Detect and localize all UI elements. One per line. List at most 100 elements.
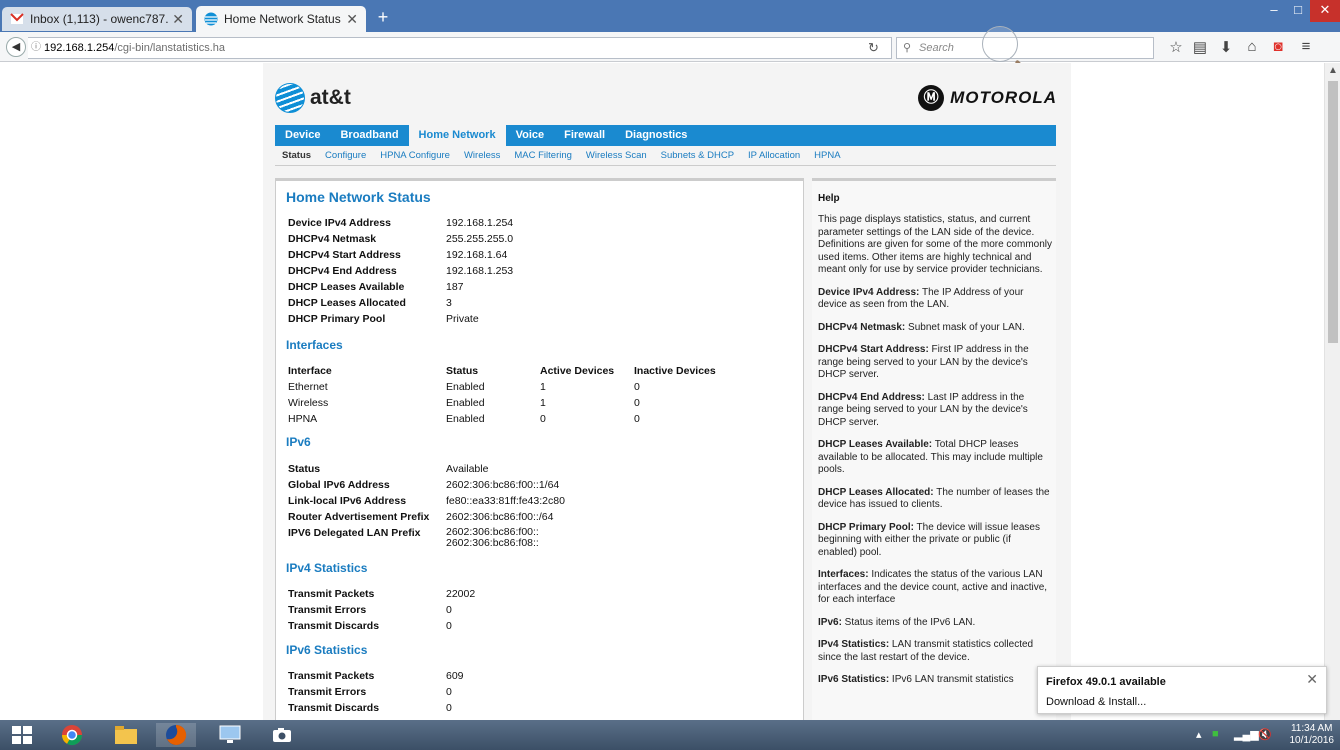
maximize-button[interactable]: □ [1287, 0, 1309, 22]
nav-voice[interactable]: Voice [506, 125, 555, 146]
file-explorer-icon[interactable] [106, 723, 146, 747]
nav-firewall[interactable]: Firewall [554, 125, 615, 146]
help-term: Device IPv4 Address: [818, 286, 920, 298]
help-text: IPv6 LAN transmit statistics [889, 674, 1014, 685]
help-item: IPv6 Statistics: IPv6 LAN transmit stati… [818, 674, 1052, 687]
status-panel: Home Network Status Device IPv4 Address 1… [275, 178, 804, 720]
windows-start-icon[interactable] [2, 723, 42, 747]
tray-app-icon[interactable]: ■ [1212, 728, 1219, 740]
nav-broadband[interactable]: Broadband [330, 125, 408, 146]
kv-label: DHCPv4 Netmask [288, 233, 377, 245]
kv-value: 187 [446, 281, 464, 293]
reload-icon[interactable]: ↻ [868, 40, 879, 56]
motorola-mark-icon: Ⓜ [918, 85, 945, 111]
new-tab-button[interactable]: + [372, 8, 394, 28]
remote-desktop-icon[interactable] [210, 723, 250, 747]
help-item: DHCPv4 End Address: Last IP address in t… [818, 392, 1052, 430]
download-install-link[interactable]: Download & Install... [1046, 696, 1146, 708]
help-term: IPv6: [818, 616, 842, 628]
subnav-status[interactable]: Status [275, 150, 318, 161]
tray-chevron-icon[interactable]: ▴ [1196, 728, 1202, 741]
kv-value: 0 [446, 620, 452, 632]
help-term: DHCP Primary Pool: [818, 521, 914, 533]
kv-value: Private [446, 313, 479, 325]
help-item: IPv4 Statistics: LAN transmit statistics… [818, 639, 1052, 664]
kv-label: Transmit Errors [288, 686, 367, 698]
menu-icon[interactable]: ≡ [1296, 38, 1316, 55]
close-window-button[interactable]: ✕ [1310, 0, 1340, 22]
firefox-icon[interactable] [156, 723, 196, 747]
col-header: Active Devices [540, 365, 615, 377]
home-icon[interactable]: ⌂ [1242, 38, 1262, 55]
help-text: Status items of the IPv6 LAN. [841, 616, 976, 628]
chrome-icon[interactable] [52, 723, 92, 747]
reading-list-icon[interactable]: ▤ [1190, 38, 1210, 56]
url-host: 192.168.1.254 [44, 42, 115, 54]
tab-gmail[interactable]: Inbox (1,113) - owenc787... ✕ [2, 7, 192, 31]
help-term: DHCPv4 End Address: [818, 391, 925, 403]
tab-label: Home Network Status [224, 12, 341, 26]
subnav-wireless-scan[interactable]: Wireless Scan [579, 150, 654, 161]
table-cell: Enabled [446, 397, 485, 409]
help-item: DHCP Leases Available: Total DHCP leases… [818, 439, 1052, 477]
clock-date: 10/1/2016 [1289, 735, 1335, 746]
update-notification: Firefox 49.0.1 available Download & Inst… [1037, 666, 1327, 714]
close-tab-icon[interactable]: ✕ [172, 11, 184, 28]
kv-value-line: 2602:306:bc86:f08:: [446, 537, 539, 549]
system-clock[interactable]: 11:34 AM 10/1/2016 [1290, 723, 1335, 747]
table-cell: 1 [540, 381, 546, 393]
download-icon[interactable]: ⬇ [1216, 38, 1236, 56]
subnav-hpna-configure[interactable]: HPNA Configure [373, 150, 457, 161]
section-title-ipv6-stats: IPv6 Statistics [286, 643, 368, 657]
help-term: Interfaces: [818, 569, 869, 580]
back-button[interactable]: ◀ [6, 37, 26, 57]
help-term: IPv6 Statistics: [818, 674, 890, 685]
subnav-mac-filtering[interactable]: MAC Filtering [507, 150, 579, 161]
help-item: DHCP Leases Allocated: The number of lea… [818, 487, 1052, 512]
scroll-up-icon[interactable]: ▲ [1328, 65, 1338, 76]
kv-label: Device IPv4 Address [288, 217, 391, 229]
gateway-page: at&t Ⓜ MOTOROLA Device Broadband Home Ne… [263, 63, 1071, 720]
kv-row: Status Available [288, 461, 788, 477]
url-bar[interactable]: ⓘ 192.168.1.254/cgi-bin/lanstatistics.ha [28, 37, 892, 59]
kv-label: DHCP Leases Allocated [288, 297, 406, 309]
help-item: Interfaces: Indicates the status of the … [818, 569, 1052, 607]
camera-icon[interactable] [262, 723, 302, 747]
kv-row: DHCP Primary Pool Private [288, 311, 788, 327]
close-icon[interactable]: ✕ [1306, 671, 1318, 688]
kv-row: Router Advertisement Prefix 2602:306:bc86… [288, 509, 788, 525]
minimize-button[interactable]: – [1262, 0, 1286, 22]
subnav-subnets-dhcp[interactable]: Subnets & DHCP [654, 150, 741, 161]
col-header: Interface [288, 365, 332, 377]
subnav-configure[interactable]: Configure [318, 150, 373, 161]
subnav-ip-allocation[interactable]: IP Allocation [741, 150, 807, 161]
network-signal-icon[interactable]: ▂▄▆ [1234, 728, 1259, 741]
info-icon[interactable]: ⓘ [31, 38, 41, 58]
table-cell: Wireless [288, 397, 329, 409]
help-panel: Help This page displays statistics, stat… [812, 178, 1056, 720]
col-header: Inactive Devices [634, 365, 716, 377]
scrollbar-thumb[interactable] [1328, 81, 1338, 343]
att-icon [204, 12, 218, 26]
nav-device[interactable]: Device [275, 125, 330, 146]
nav-diagnostics[interactable]: Diagnostics [615, 125, 697, 146]
subnav-hpna[interactable]: HPNA [807, 150, 847, 161]
kv-label: Transmit Discards [288, 702, 380, 714]
kv-row: Transmit Packets 609 [288, 668, 788, 684]
col-header: Status [446, 365, 479, 377]
page-scrollbar[interactable]: ▲ [1324, 63, 1340, 720]
bookmark-star-icon[interactable]: ☆ [1166, 38, 1186, 56]
close-tab-icon[interactable]: ✕ [346, 11, 358, 28]
search-icon: ⚲ [903, 42, 912, 54]
kv-label: Transmit Discards [288, 620, 380, 632]
nav-home-network[interactable]: Home Network [408, 125, 506, 146]
table-cell: Enabled [446, 381, 485, 393]
search-placeholder: Search [919, 42, 954, 54]
search-input[interactable]: ⚲ Search [896, 37, 1154, 59]
att-logo: at&t [275, 83, 351, 113]
pocket-icon[interactable]: ◙ [1268, 38, 1288, 55]
page-viewport: at&t Ⓜ MOTOROLA Device Broadband Home Ne… [0, 63, 1324, 720]
subnav-wireless[interactable]: Wireless [457, 150, 507, 161]
tab-home-network-status[interactable]: Home Network Status ✕ [196, 6, 366, 32]
volume-muted-icon[interactable]: 🔇 [1258, 728, 1272, 741]
